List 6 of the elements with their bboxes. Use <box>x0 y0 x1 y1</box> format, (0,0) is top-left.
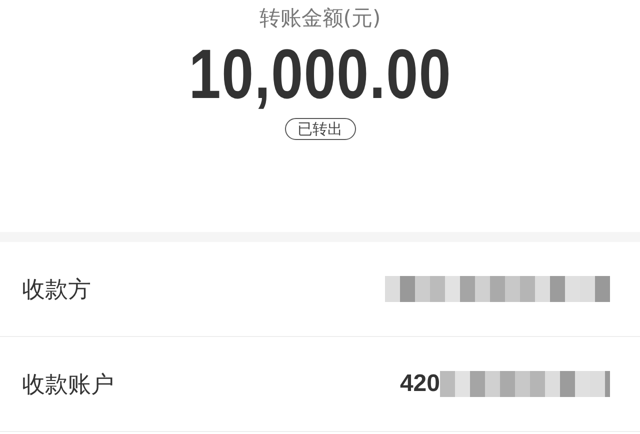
amount-value: 10,000.00 <box>188 34 452 114</box>
status-badge: 已转出 <box>284 118 356 140</box>
amount-label: 转账金额(元) <box>259 5 381 32</box>
field-label: 收款方 <box>22 276 91 304</box>
account-number: 420 <box>400 370 440 398</box>
field-label: 收款账户 <box>22 370 114 400</box>
